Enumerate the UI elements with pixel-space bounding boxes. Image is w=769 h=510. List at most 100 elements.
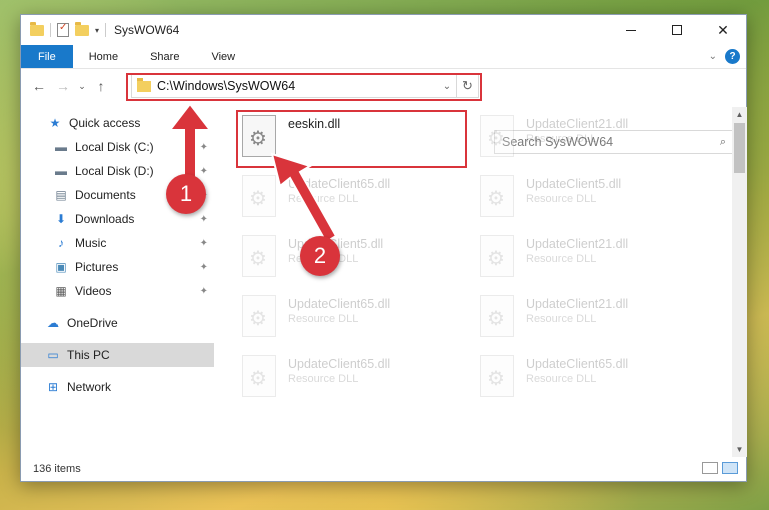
sidebar-item-videos[interactable]: ▦ Videos ✦ [21, 279, 214, 303]
file-name: UpdateClient65.dll [288, 297, 391, 311]
file-explorer-window: ▾ SysWOW64 ✕ File Home Share View ⌄ ? ← … [20, 14, 747, 482]
sidebar-item-network[interactable]: ⊞ Network [21, 375, 214, 399]
address-bar-highlight [126, 73, 482, 101]
scroll-up-icon[interactable]: ▲ [732, 107, 747, 122]
large-icons-view-icon[interactable] [722, 462, 738, 474]
sidebar-item-onedrive[interactable]: ☁ OneDrive [21, 311, 214, 335]
tab-view[interactable]: View [195, 45, 251, 68]
help-icon[interactable]: ? [725, 49, 740, 64]
drive-icon: ▬ [55, 140, 67, 154]
file-name: UpdateClient21.dll [526, 117, 629, 131]
customize-toolbar-chevron-icon[interactable]: ▾ [95, 26, 99, 35]
properties-icon[interactable] [57, 22, 69, 37]
quick-access-toolbar: ▾ [21, 21, 107, 37]
file-tile[interactable]: UpdateClient5.dll Resource DLL [480, 175, 710, 227]
cloud-icon: ☁ [47, 316, 59, 330]
file-type: Resource DLL [526, 253, 597, 265]
file-type: Resource DLL [526, 193, 597, 205]
file-name: UpdateClient21.dll [526, 237, 629, 251]
close-button[interactable]: ✕ [700, 15, 746, 45]
maximize-button[interactable] [654, 15, 700, 45]
vertical-scrollbar[interactable]: ▲ ▼ [732, 107, 747, 457]
dll-file-icon [480, 235, 514, 277]
tab-home[interactable]: Home [73, 45, 134, 68]
folder-icon [30, 21, 44, 36]
file-tile[interactable]: UpdateClient21.dll Resource DLL [480, 115, 710, 167]
dll-file-icon [480, 115, 514, 157]
dll-file-icon [480, 175, 514, 217]
pictures-icon: ▣ [55, 260, 67, 274]
sidebar-item-label: Music [75, 236, 107, 250]
minimize-button[interactable] [608, 15, 654, 45]
file-tile[interactable]: UpdateClient21.dll Resource DLL [480, 295, 710, 347]
download-icon: ⬇ [55, 212, 67, 226]
status-bar: 136 items [21, 457, 746, 481]
star-icon: ★ [49, 116, 61, 130]
scroll-thumb[interactable] [734, 123, 745, 173]
file-name: UpdateClient5.dll [526, 177, 622, 191]
network-icon: ⊞ [47, 380, 59, 394]
tab-file[interactable]: File [21, 45, 73, 68]
sidebar-item-label: Quick access [69, 116, 141, 130]
documents-icon: ▤ [55, 188, 67, 202]
ribbon-tabs: File Home Share View ⌄ ? [21, 45, 746, 69]
tab-share[interactable]: Share [134, 45, 195, 68]
dll-file-icon [242, 295, 276, 337]
sidebar-item-label: Downloads [75, 212, 135, 226]
forward-arrow-icon[interactable]: → [51, 78, 75, 94]
dll-file-icon [480, 295, 514, 337]
sidebar-item-label: Videos [75, 284, 112, 298]
pin-icon[interactable]: ✦ [200, 214, 208, 225]
maximize-icon [672, 25, 682, 35]
title-bar: ▾ SysWOW64 ✕ [21, 15, 746, 45]
divider [50, 23, 51, 37]
file-type: Resource DLL [526, 373, 597, 385]
sidebar-item-music[interactable]: ♪ Music ✦ [21, 231, 214, 255]
minimize-icon [626, 29, 636, 31]
pin-icon[interactable]: ✦ [200, 238, 208, 249]
file-tile[interactable]: UpdateClient21.dll Resource DLL [480, 235, 710, 287]
sidebar-item-label: Pictures [75, 260, 119, 274]
sidebar-item-pictures[interactable]: ▣ Pictures ✦ [21, 255, 214, 279]
file-type: Resource DLL [526, 133, 597, 145]
sidebar-item-label: Local Disk (C:) [75, 140, 154, 154]
computer-icon: ▭ [47, 348, 59, 362]
videos-icon: ▦ [55, 284, 67, 298]
details-view-icon[interactable] [702, 462, 718, 474]
sidebar-item-label: OneDrive [67, 316, 118, 330]
callout-badge-1: 1 [166, 174, 206, 214]
callout-badge-2: 2 [300, 236, 340, 276]
pin-icon[interactable]: ✦ [200, 286, 208, 297]
music-icon: ♪ [58, 236, 64, 250]
file-type: Resource DLL [288, 373, 359, 385]
sidebar-item-this-pc[interactable]: ▭ This PC [21, 343, 214, 367]
file-tile[interactable]: UpdateClient65.dll Resource DLL [242, 295, 472, 347]
file-name: UpdateClient65.dll [526, 357, 629, 371]
dll-file-icon [480, 355, 514, 397]
scroll-down-icon[interactable]: ▼ [732, 442, 747, 457]
file-name: UpdateClient21.dll [526, 297, 629, 311]
back-arrow-icon[interactable]: ← [27, 78, 51, 94]
divider [105, 23, 107, 37]
view-toggle [702, 462, 738, 474]
file-name: UpdateClient65.dll [288, 357, 391, 371]
file-tile[interactable]: UpdateClient65.dll Resource DLL [242, 355, 472, 407]
recent-locations-chevron-icon[interactable]: ⌄ [75, 81, 89, 92]
window-title: SysWOW64 [114, 23, 180, 37]
new-folder-icon[interactable] [75, 21, 89, 36]
sidebar-item-label: This PC [67, 348, 110, 362]
drive-icon: ▬ [55, 164, 67, 178]
window-controls: ✕ [608, 15, 746, 45]
item-count: 136 items [33, 463, 81, 475]
pin-icon[interactable]: ✦ [200, 262, 208, 273]
sidebar-item-label: Documents [75, 188, 136, 202]
file-type: Resource DLL [526, 313, 597, 325]
file-tile[interactable]: UpdateClient65.dll Resource DLL [480, 355, 710, 407]
expand-ribbon-chevron-icon[interactable]: ⌄ [709, 51, 717, 62]
file-type: Resource DLL [288, 313, 359, 325]
up-arrow-icon[interactable]: ↑ [89, 78, 113, 94]
sidebar-item-label: Local Disk (D:) [75, 164, 154, 178]
sidebar-item-label: Network [67, 380, 112, 394]
ribbon-right-controls: ⌄ ? [709, 45, 746, 68]
dll-file-icon [242, 355, 276, 397]
